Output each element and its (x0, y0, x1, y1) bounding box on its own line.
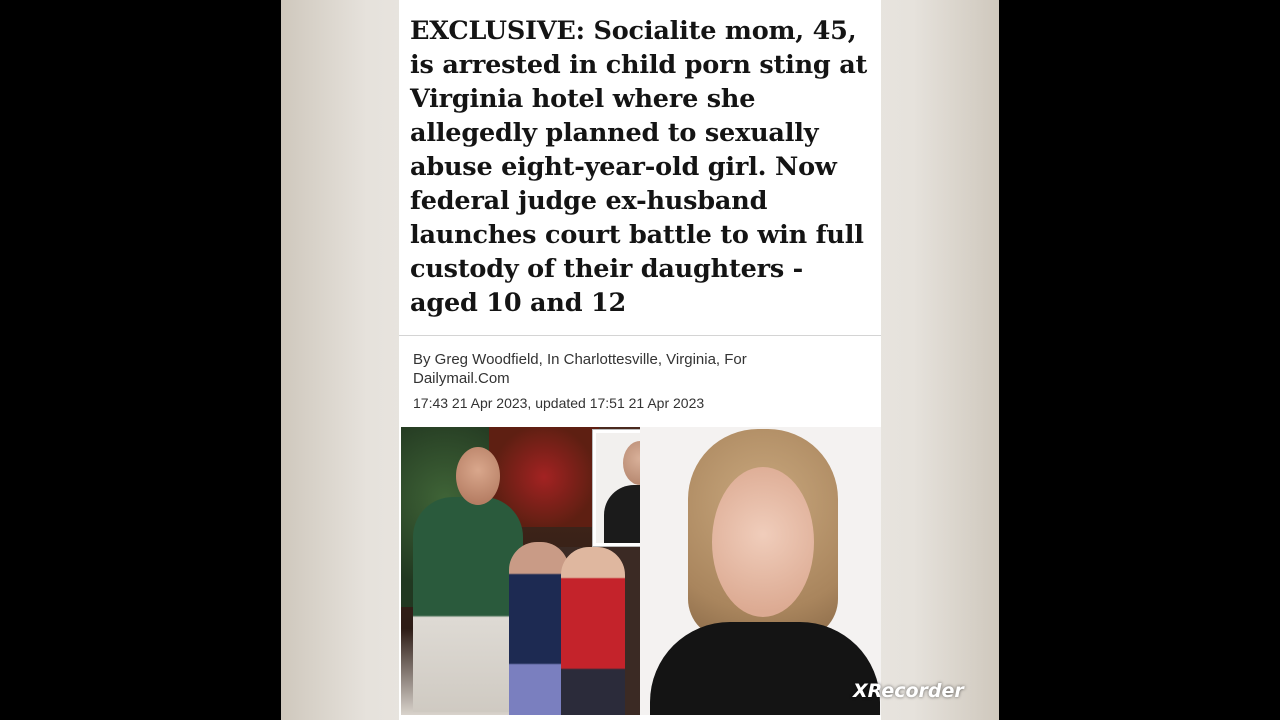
black-top (650, 622, 880, 715)
child-figure-1 (509, 542, 569, 715)
man-head (456, 447, 500, 505)
article-byline: By Greg Woodfield, In Charlottesville, V… (413, 351, 747, 387)
face (712, 467, 814, 617)
child-figure-2 (561, 547, 625, 715)
article-screenshot: EXCLUSIVE: Socialite mom, 45, is arreste… (399, 0, 881, 720)
article-timestamp: 17:43 21 Apr 2023, updated 17:51 21 Apr … (413, 395, 705, 411)
divider (399, 335, 881, 336)
man-figure (413, 497, 523, 712)
letterbox-left (0, 0, 281, 720)
woman-portrait-photo[interactable] (640, 427, 881, 715)
letterbox-right (999, 0, 1280, 720)
article-headline[interactable]: EXCLUSIVE: Socialite mom, 45, is arreste… (410, 14, 872, 320)
xrecorder-watermark: XRecorder (853, 680, 964, 702)
